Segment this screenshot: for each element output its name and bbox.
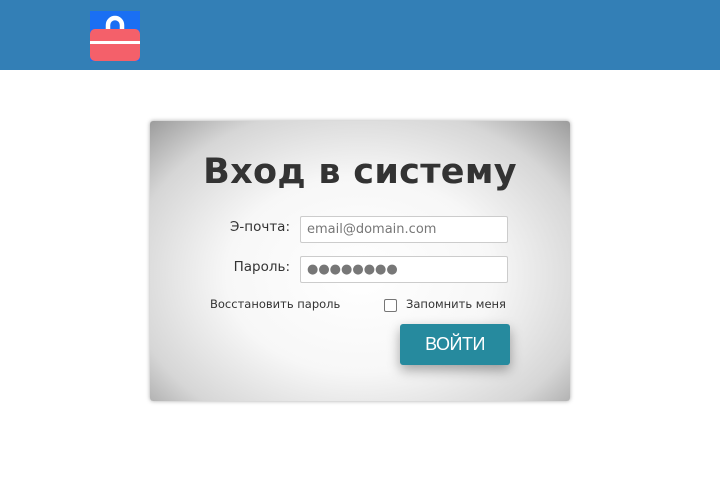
briefcase-lock-icon [90, 11, 140, 61]
login-card: Вход в систему Э-почта: Пароль: Восстано… [150, 121, 570, 401]
app-logo[interactable] [90, 11, 140, 61]
login-button[interactable]: ВОЙТИ [400, 324, 510, 365]
remember-me-label[interactable]: Запомнить меня [406, 297, 506, 311]
remember-me-checkbox[interactable] [384, 299, 397, 312]
top-bar [0, 0, 720, 70]
email-label: Э-почта: [229, 219, 290, 235]
password-label: Пароль: [233, 259, 290, 275]
page-title: Вход в систему [203, 152, 517, 192]
email-field[interactable] [300, 216, 508, 243]
password-field[interactable] [300, 256, 508, 283]
recover-password-link[interactable]: Восстановить пароль [210, 297, 340, 311]
